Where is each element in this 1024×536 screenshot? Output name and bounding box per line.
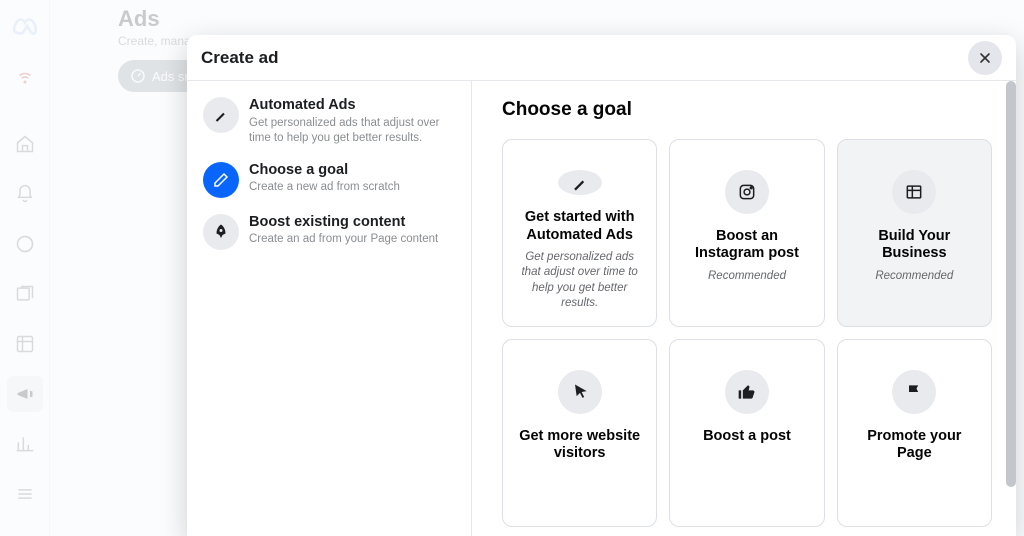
card-title: Get started with Automated Ads <box>519 209 640 244</box>
goal-card-build-business[interactable]: Build Your Business Recommended <box>837 139 992 327</box>
option-title: Boost existing content <box>249 214 438 231</box>
goal-card-grid: Get started with Automated Ads Get perso… <box>502 139 992 527</box>
thumbs-up-icon <box>725 370 769 414</box>
option-subtitle: Create an ad from your Page content <box>249 232 438 247</box>
modal-header: Create ad <box>187 35 1016 81</box>
close-icon <box>977 50 993 66</box>
wand-icon <box>203 97 239 133</box>
option-title: Choose a goal <box>249 162 400 179</box>
create-ad-modal: Create ad Automated Ads Get personalized… <box>187 35 1016 536</box>
goal-card-boost-post[interactable]: Boost a post <box>669 339 824 527</box>
card-subtitle: Recommended <box>875 269 953 285</box>
rocket-icon <box>203 214 239 250</box>
option-choose-goal[interactable]: Choose a goal Create a new ad from scrat… <box>199 154 459 206</box>
modal-title: Create ad <box>201 48 278 68</box>
edit-icon <box>203 162 239 198</box>
card-title: Build Your Business <box>854 228 975 263</box>
card-subtitle: Get personalized ads that adjust over ti… <box>519 250 640 312</box>
goal-card-boost-instagram[interactable]: Boost an Instagram post Recommended <box>669 139 824 327</box>
goal-card-promote-page[interactable]: Promote your Page <box>837 339 992 527</box>
storefront-icon <box>892 170 936 214</box>
instagram-icon <box>725 170 769 214</box>
close-button[interactable] <box>968 41 1002 75</box>
option-automated-ads[interactable]: Automated Ads Get personalized ads that … <box>199 89 459 154</box>
option-boost-content[interactable]: Boost existing content Create an ad from… <box>199 206 459 258</box>
card-subtitle: Recommended <box>708 269 786 285</box>
ad-type-list: Automated Ads Get personalized ads that … <box>187 81 472 536</box>
option-subtitle: Create a new ad from scratch <box>249 180 400 195</box>
scrollbar-thumb[interactable] <box>1006 81 1016 487</box>
goal-card-website-visitors[interactable]: Get more website visitors <box>502 339 657 527</box>
option-title: Automated Ads <box>249 97 455 114</box>
card-title: Boost an Instagram post <box>686 228 807 263</box>
card-title: Boost a post <box>703 428 791 445</box>
card-title: Promote your Page <box>854 428 975 463</box>
wand-icon <box>558 170 602 195</box>
card-title: Get more website visitors <box>519 428 640 463</box>
option-subtitle: Get personalized ads that adjust over ti… <box>249 116 455 146</box>
goal-chooser: Choose a goal Get started with Automated… <box>472 81 1016 536</box>
right-pane-title: Choose a goal <box>502 99 992 121</box>
cursor-icon <box>558 370 602 414</box>
goal-card-automated-ads[interactable]: Get started with Automated Ads Get perso… <box>502 139 657 327</box>
modal-body: Automated Ads Get personalized ads that … <box>187 81 1016 536</box>
flag-icon <box>892 370 936 414</box>
